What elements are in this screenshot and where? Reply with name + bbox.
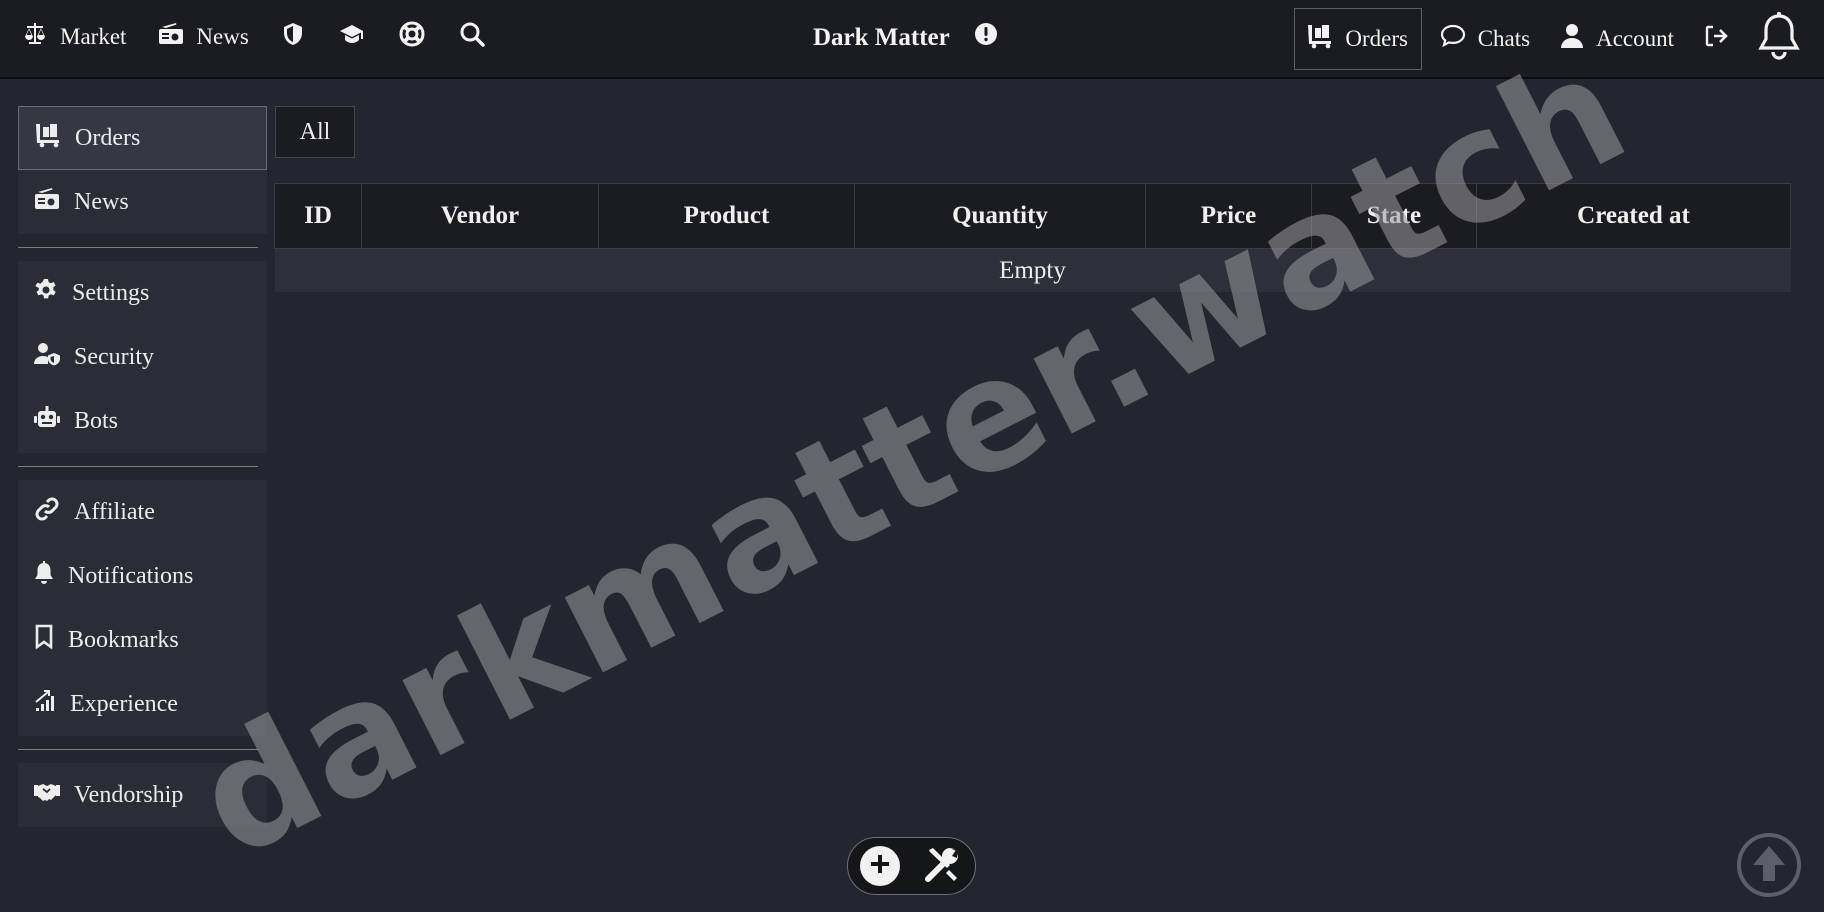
- sidebar-group-settings: Settings Security Bots: [18, 261, 267, 453]
- exclamation-circle-icon[interactable]: [974, 22, 998, 53]
- sidebar-item-label: Settings: [72, 279, 150, 306]
- nav-market-label: Market: [60, 24, 127, 49]
- cart-icon: [1307, 23, 1333, 55]
- empty-state-text: Empty: [274, 248, 1791, 292]
- plus-icon: [869, 853, 891, 880]
- notifications-bell-button[interactable]: [1758, 11, 1800, 66]
- orders-table: ID Vendor Product Quantity Price State C…: [274, 183, 1791, 292]
- sidebar-item-label: Affiliate: [74, 498, 155, 525]
- nav-search[interactable]: [459, 21, 485, 53]
- column-header-id: ID: [274, 183, 362, 249]
- table-header-row: ID Vendor Product Quantity Price State C…: [274, 183, 1791, 249]
- nav-news[interactable]: News: [158, 22, 249, 52]
- chat-bubble-icon: [1440, 24, 1466, 54]
- top-navbar: Market News Dark Matter Orders Chats Acc…: [0, 0, 1824, 79]
- sidebar-item-bots[interactable]: Bots: [18, 389, 267, 453]
- shield-icon: [281, 22, 305, 52]
- tools-button[interactable]: [923, 844, 963, 889]
- radio-icon: [158, 22, 184, 52]
- bell-icon: [1758, 11, 1800, 66]
- logout-icon: [1704, 24, 1728, 54]
- nav-orders[interactable]: Orders: [1293, 7, 1422, 70]
- sidebar-item-label: Experience: [70, 690, 178, 717]
- sidebar-item-vendorship[interactable]: Vendorship: [18, 763, 267, 827]
- column-header-state: State: [1311, 183, 1477, 249]
- sidebar-divider: [18, 749, 258, 750]
- sidebar-item-affiliate[interactable]: Affiliate: [18, 480, 267, 544]
- sidebar-divider: [18, 466, 258, 467]
- wrench-screwdriver-icon: [923, 847, 963, 888]
- account-nav: Orders Chats Account: [1293, 0, 1824, 77]
- brand-title[interactable]: Dark Matter: [813, 24, 950, 52]
- column-header-product: Product: [598, 183, 855, 249]
- radio-icon: [34, 187, 60, 218]
- gear-icon: [34, 278, 58, 309]
- nav-account[interactable]: Account: [1560, 23, 1674, 55]
- sidebar-group-orders: Orders News: [18, 106, 267, 234]
- sidebar-item-label: Bookmarks: [68, 626, 179, 653]
- chart-icon: [34, 689, 56, 719]
- table-row: Empty: [274, 248, 1791, 292]
- sidebar-item-news[interactable]: News: [18, 170, 267, 234]
- sidebar-item-label: Vendorship: [74, 781, 184, 808]
- search-icon: [459, 21, 485, 53]
- column-header-price: Price: [1145, 183, 1312, 249]
- scale-icon: [22, 22, 48, 52]
- sidebar-item-label: Orders: [75, 124, 141, 151]
- sidebar: Orders News Settings Security Bots Affil…: [18, 106, 267, 827]
- sidebar-item-label: Security: [74, 343, 154, 370]
- graduation-cap-icon: [339, 22, 365, 52]
- nav-market[interactable]: Market: [22, 22, 126, 52]
- sidebar-item-bookmarks[interactable]: Bookmarks: [18, 608, 267, 672]
- primary-nav: Market News: [22, 0, 519, 74]
- sidebar-divider: [18, 247, 258, 248]
- sidebar-item-notifications[interactable]: Notifications: [18, 544, 267, 608]
- watermark-text: darkmatter.watch: [170, 19, 1654, 893]
- nav-education[interactable]: [339, 22, 365, 52]
- column-header-created-at: Created at: [1476, 183, 1791, 249]
- scroll-to-top-button[interactable]: [1736, 832, 1802, 903]
- sidebar-item-security[interactable]: Security: [18, 325, 267, 389]
- life-ring-icon: [399, 21, 425, 53]
- sidebar-item-settings[interactable]: Settings: [18, 261, 267, 325]
- sidebar-item-orders[interactable]: Orders: [18, 106, 267, 170]
- nav-support[interactable]: [399, 21, 425, 53]
- floating-action-bar: [847, 837, 976, 895]
- sidebar-group-vendor: Vendorship: [18, 763, 267, 827]
- site-brand: Dark Matter: [813, 22, 998, 53]
- robot-icon: [34, 405, 60, 437]
- nav-orders-label: Orders: [1345, 25, 1408, 51]
- column-header-quantity: Quantity: [854, 183, 1146, 249]
- arrow-up-circle-icon: [1736, 833, 1802, 902]
- nav-chats-label: Chats: [1477, 25, 1531, 51]
- link-icon: [34, 496, 60, 529]
- handshake-icon: [34, 782, 60, 809]
- sidebar-item-label: Notifications: [68, 562, 194, 589]
- user-shield-icon: [34, 342, 60, 373]
- sidebar-item-label: News: [74, 188, 129, 215]
- nav-chats[interactable]: Chats: [1440, 24, 1530, 54]
- sidebar-group-account: Affiliate Notifications Bookmarks Experi…: [18, 480, 267, 736]
- column-header-vendor: Vendor: [361, 183, 599, 249]
- user-icon: [1560, 23, 1584, 55]
- bookmark-icon: [34, 624, 54, 657]
- sidebar-item-label: Bots: [74, 407, 119, 434]
- add-button[interactable]: [859, 846, 900, 886]
- bell-icon: [34, 560, 54, 592]
- sidebar-item-experience[interactable]: Experience: [18, 672, 267, 736]
- nav-account-label: Account: [1596, 25, 1674, 51]
- logout-button[interactable]: [1704, 24, 1728, 54]
- nav-news-label: News: [196, 24, 249, 49]
- nav-shield[interactable]: [281, 22, 305, 52]
- filter-tab-all[interactable]: All: [275, 106, 355, 158]
- cart-icon: [35, 122, 61, 155]
